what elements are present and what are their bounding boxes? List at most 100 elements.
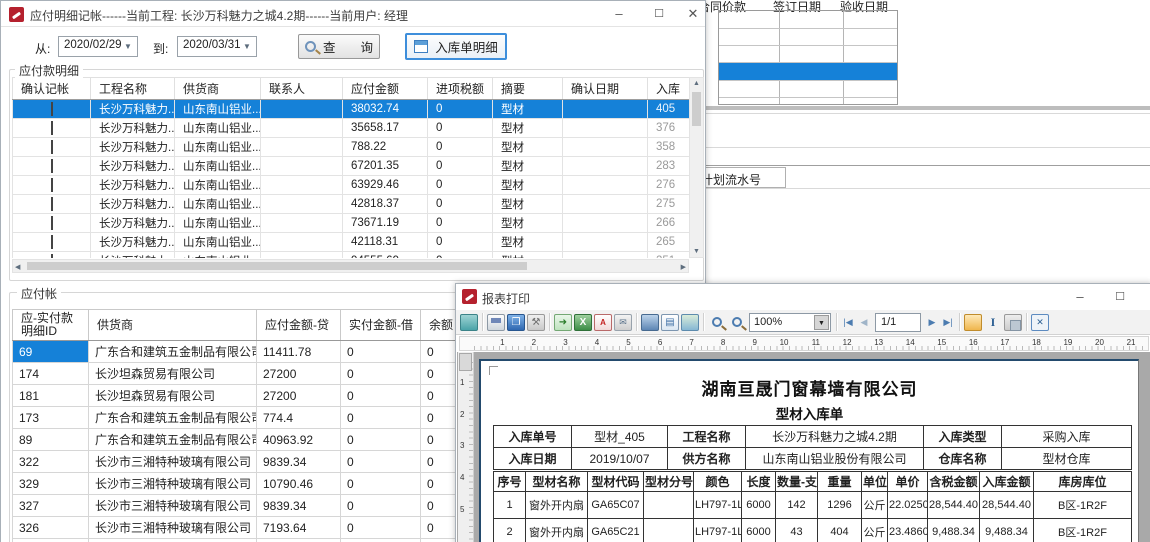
confirm-checkbox[interactable] — [51, 235, 53, 249]
chevron-down-icon[interactable]: ▼ — [814, 315, 829, 330]
confirm-checkbox[interactable] — [51, 254, 53, 258]
inbound-detail-button[interactable]: 入库单明细 — [405, 33, 507, 60]
excel-icon[interactable]: X — [574, 314, 592, 331]
detail-table-row[interactable]: 长沙万科魅力... 山东南山铝业... 73671.19 0 型材 266 — [13, 214, 690, 233]
detail-column-header[interactable]: 进项税额 — [428, 78, 493, 100]
ledger-column-header[interactable]: 实付金额-借 — [341, 310, 421, 341]
tools-icon[interactable]: ⚒ — [527, 314, 545, 331]
cell-ledger-id[interactable]: 327 — [13, 495, 89, 517]
close-button[interactable]: ✕ — [679, 4, 707, 24]
export-icon[interactable]: ➜ — [554, 314, 572, 331]
close-button[interactable]: ✕ — [1144, 287, 1150, 307]
detail-column-header[interactable]: 供货商 — [175, 78, 261, 100]
chevron-down-icon[interactable]: ▼ — [121, 39, 135, 54]
zoom-in-icon[interactable] — [708, 314, 726, 331]
confirm-checkbox[interactable] — [51, 102, 53, 116]
copy-icon[interactable] — [1004, 314, 1022, 331]
detail-table-row[interactable]: 长沙万科魅力... 山东南山铝业... 67201.35 0 型材 283 — [13, 157, 690, 176]
ledger-table-row[interactable]: 329 长沙市三湘特种玻璃有限公司 10790.46 0 0 — [13, 473, 501, 495]
last-page-icon[interactable]: ▶| — [940, 317, 956, 328]
cell-ledger-id[interactable] — [13, 539, 89, 542]
to-date-combo[interactable]: 2020/03/31 ▼ — [177, 36, 257, 57]
detail-column-header[interactable]: 确认记帐 — [13, 78, 91, 100]
detail-table-row[interactable]: 长沙万科魅力... 山东南山铝业... 788.22 0 型材 358 — [13, 138, 690, 157]
confirm-checkbox[interactable] — [51, 140, 53, 154]
cell-ledger-id[interactable]: 173 — [13, 407, 89, 429]
payable-titlebar[interactable]: 应付明细记帐------当前工程: 长沙万科魅力之城4.2期------当前用户… — [1, 1, 705, 27]
hand-icon[interactable] — [964, 314, 982, 331]
next-page-icon[interactable]: ▶ — [924, 317, 940, 328]
book-icon[interactable]: ❐ — [507, 314, 525, 331]
window-icon[interactable] — [460, 314, 478, 331]
ledger-table-row[interactable]: 326 长沙市三湘特种玻璃有限公司 7193.64 0 0 — [13, 517, 501, 539]
ledger-table-row[interactable]: 181 长沙坦森贸易有限公司 27200 0 0 — [13, 385, 501, 407]
cell-ledger-id[interactable]: 322 — [13, 451, 89, 473]
printer-icon[interactable] — [487, 314, 505, 331]
confirm-checkbox[interactable] — [51, 159, 53, 173]
detail-vscrollbar[interactable]: ▲ ▼ — [689, 77, 704, 258]
detail-column-header[interactable]: 摘要 — [493, 78, 563, 100]
zoom-out-icon[interactable] — [728, 314, 746, 331]
confirm-checkbox[interactable] — [51, 121, 53, 135]
ledger-table-row[interactable]: 322 长沙市三湘特种玻璃有限公司 9839.34 0 0 — [13, 451, 501, 473]
document-icon[interactable]: ▤ — [661, 314, 679, 331]
detail-table-row[interactable]: 长沙万科魅力... 山东南山铝业... 38032.74 0 型材 405 — [13, 100, 690, 119]
mail-icon[interactable]: ✉ — [614, 314, 632, 331]
detail-column-header[interactable]: 入库 — [648, 78, 690, 100]
detail-column-header[interactable]: 应付金额 — [343, 78, 428, 100]
maximize-button[interactable]: ☐ — [645, 4, 673, 24]
detail-table-row[interactable]: 长沙万科魅力... 山东南山铝业... 63929.46 0 型材 276 — [13, 176, 690, 195]
report-preview-area[interactable]: 12345 湖南亘晟门窗幕墙有限公司 型材入库单 入库单号 型材_405 工程名… — [457, 352, 1150, 542]
from-date-combo[interactable]: 2020/02/29 ▼ — [58, 36, 138, 57]
cell-ledger-id[interactable]: 69 — [13, 341, 89, 363]
scroll-right-icon[interactable]: ▶ — [681, 263, 686, 271]
minimize-button[interactable]: – — [605, 4, 633, 24]
detail-table-row[interactable]: 长沙万科魅力... 山东南山铝业... 42118.31 0 型材 265 — [13, 233, 690, 252]
confirm-checkbox[interactable] — [51, 216, 53, 230]
chevron-down-icon[interactable]: ▼ — [240, 39, 254, 54]
cell-ledger-id[interactable]: 89 — [13, 429, 89, 451]
vruler-thumb[interactable] — [459, 353, 472, 371]
ledger-column-header[interactable]: 应付金额-贷 — [257, 310, 341, 341]
detail-column-header[interactable]: 工程名称 — [91, 78, 175, 100]
cell-ledger-id[interactable]: 326 — [13, 517, 89, 539]
confirm-checkbox[interactable] — [51, 197, 53, 211]
text-select-icon[interactable]: I — [984, 314, 1002, 331]
cell-ledger-id[interactable]: 181 — [13, 385, 89, 407]
bg-selected-row[interactable] — [719, 63, 897, 80]
ledger-table-row[interactable]: 69 广东合和建筑五金制品有限公司 11411.78 0 0 — [13, 341, 501, 363]
vscroll-thumb[interactable] — [692, 92, 701, 126]
zoom-level-combo[interactable]: 100% ▼ — [749, 313, 831, 332]
scroll-down-icon[interactable]: ▼ — [690, 248, 703, 255]
cell-ledger-id[interactable]: 329 — [13, 473, 89, 495]
page-number-box[interactable]: 1/1 — [875, 313, 921, 332]
scroll-up-icon[interactable]: ▲ — [690, 80, 703, 87]
ledger-table-row[interactable]: 173 广东合和建筑五金制品有限公司 774.4 0 0 — [13, 407, 501, 429]
detail-hscrollbar[interactable]: ◀ ▶ — [12, 259, 689, 273]
prev-page-icon[interactable]: ◀ — [856, 317, 872, 328]
pdf-icon[interactable]: A — [594, 314, 612, 331]
detail-column-header[interactable]: 确认日期 — [563, 78, 648, 100]
detail-table-row[interactable]: 长沙万科魅力... 山东南山铝业... 42818.37 0 型材 275 — [13, 195, 690, 214]
query-button[interactable]: 查 询 — [298, 34, 380, 59]
scroll-left-icon[interactable]: ◀ — [15, 263, 20, 271]
table-icon[interactable] — [681, 314, 699, 331]
detail-table-row[interactable]: 长沙万科魅力... 山东南山铝业... 94555.69 0 型材 251 — [13, 252, 690, 259]
ledger-table-row[interactable]: 89 广东合和建筑五金制品有限公司 40963.92 0 0 — [13, 429, 501, 451]
ledger-table-row[interactable]: 174 长沙坦森贸易有限公司 27200 0 0 — [13, 363, 501, 385]
save-icon[interactable] — [641, 314, 659, 331]
ledger-column-header[interactable]: 供货商 — [89, 310, 257, 341]
detail-table-row[interactable]: 长沙万科魅力... 山东南山铝业... 35658.17 0 型材 376 — [13, 119, 690, 138]
cell-ledger-id[interactable]: 174 — [13, 363, 89, 385]
maximize-button[interactable]: ☐ — [1106, 287, 1134, 307]
confirm-checkbox[interactable] — [51, 178, 53, 192]
ledger-column-header[interactable]: 应-实付款明细ID — [13, 310, 89, 341]
minimize-button[interactable]: – — [1066, 287, 1094, 307]
first-page-icon[interactable]: |◀ — [840, 317, 856, 328]
hscroll-thumb[interactable] — [27, 262, 527, 270]
ledger-table-row[interactable]: 327 长沙市三湘特种玻璃有限公司 9839.34 0 0 — [13, 495, 501, 517]
report-titlebar[interactable]: 报表打印 – ☐ ✕ — [456, 284, 1150, 310]
detail-column-header[interactable]: 联系人 — [261, 78, 343, 100]
ledger-table-row[interactable]: 长沙市三湘特种玻璃有限公司 — [13, 539, 501, 542]
close-preview-icon[interactable]: ✕ — [1031, 314, 1049, 331]
